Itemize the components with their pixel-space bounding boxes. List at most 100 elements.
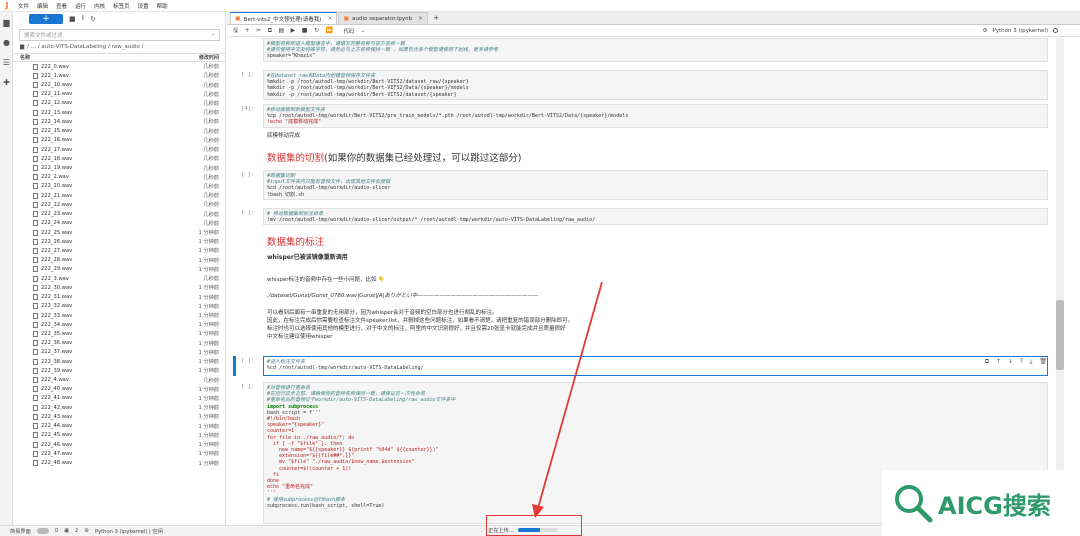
- code-cell[interactable]: [ ]: #在dataset_raw和Data内创建音频保存文件夹 %mkdir…: [227, 70, 1053, 102]
- menu-settings[interactable]: 设置: [134, 2, 153, 10]
- menu-edit[interactable]: 编辑: [33, 2, 52, 10]
- file-row[interactable]: 222_25.wav 1 分钟前: [14, 228, 225, 237]
- file-row[interactable]: 222_28.wav 1 分钟前: [14, 256, 225, 265]
- file-row[interactable]: 222_21.wav 几秒前: [14, 191, 225, 200]
- file-row[interactable]: 222_1.wav 几秒前: [14, 71, 225, 80]
- file-row[interactable]: 222_48.wav 1 分钟前: [14, 458, 225, 467]
- file-row[interactable]: 222_19.wav 几秒前: [14, 163, 225, 172]
- new-folder-icon[interactable]: ■: [69, 15, 76, 23]
- file-row[interactable]: 222_18.wav 几秒前: [14, 154, 225, 163]
- file-row[interactable]: 222_35.wav 1 分钟前: [14, 329, 225, 338]
- file-row[interactable]: 222_4.wav 几秒前: [14, 375, 225, 384]
- file-row[interactable]: 222_31.wav 1 分钟前: [14, 292, 225, 301]
- add-cell-icon[interactable]: +: [245, 27, 250, 34]
- file-row[interactable]: 222_2.wav 几秒前: [14, 173, 225, 182]
- toc-icon[interactable]: ☰: [0, 52, 13, 72]
- close-icon[interactable]: ×: [327, 15, 332, 22]
- file-row[interactable]: 222_27.wav 1 分钟前: [14, 246, 225, 255]
- code-editor[interactable]: #进入标注文件夹 %cd /root/autodl-tmp/workdir/au…: [263, 356, 1048, 376]
- file-row[interactable]: 222_23.wav 几秒前: [14, 210, 225, 219]
- file-row[interactable]: 222_24.wav 几秒前: [14, 219, 225, 228]
- add-tab-button[interactable]: +: [429, 12, 443, 24]
- tab-audio-separator[interactable]: ▣ audio separator.ipynb ×: [338, 12, 429, 24]
- running-icon[interactable]: ●: [0, 32, 13, 52]
- file-row[interactable]: 222_22.wav 几秒前: [14, 200, 225, 209]
- file-row[interactable]: 222_34.wav 1 分钟前: [14, 320, 225, 329]
- menu-kernel[interactable]: 内核: [90, 2, 109, 10]
- file-row[interactable]: 222_26.wav 1 分钟前: [14, 237, 225, 246]
- fast-forward-icon[interactable]: ⏩: [325, 27, 332, 34]
- file-search-input[interactable]: 搜索文件或过滤 ⌕: [19, 29, 220, 41]
- copy-icon[interactable]: ⧉: [268, 27, 272, 35]
- paste-icon[interactable]: ▤: [278, 27, 284, 34]
- move-up-icon[interactable]: ↑: [996, 358, 1001, 366]
- file-row[interactable]: 222_45.wav 1 分钟前: [14, 431, 225, 440]
- file-row[interactable]: 222_40.wav 1 分钟前: [14, 385, 225, 394]
- code-editor[interactable]: #模型名称即进入模型语言中，请填写完整名称与官方名称一致 #请勿使用中文及特殊字…: [263, 38, 1048, 62]
- menu-tabs[interactable]: 标签页: [109, 2, 134, 10]
- code-cell[interactable]: [ ]: # 移动数据集到标注目录 !mv /root/autodl-tmp/w…: [227, 208, 1053, 226]
- folder-icon[interactable]: ▆: [20, 44, 24, 50]
- run-icon[interactable]: ▶: [291, 27, 296, 34]
- move-down-icon[interactable]: ↓: [1008, 358, 1013, 366]
- file-row[interactable]: 222_0.wav 几秒前: [14, 62, 225, 71]
- file-row[interactable]: 222_42.wav 1 分钟前: [14, 403, 225, 412]
- extension-icon[interactable]: ✚: [0, 72, 13, 92]
- file-row[interactable]: 222_29.wav 1 分钟前: [14, 265, 225, 274]
- scrollbar-track[interactable]: [1056, 38, 1064, 524]
- code-editor[interactable]: # 移动数据集到标注目录 !mv /root/autodl-tmp/workdi…: [263, 208, 1048, 225]
- folder-icon[interactable]: ▆: [0, 12, 13, 32]
- insert-above-icon[interactable]: ⤒: [1020, 358, 1023, 366]
- file-row[interactable]: 222_13.wav 几秒前: [14, 108, 225, 117]
- restart-icon[interactable]: ↻: [314, 27, 319, 34]
- menu-run[interactable]: 运行: [71, 2, 90, 10]
- file-row[interactable]: 222_3.wav 几秒前: [14, 274, 225, 283]
- stop-icon[interactable]: ■: [302, 27, 308, 34]
- kernel-indicator[interactable]: ⚙ Python 3 (ipykernel): [983, 28, 1058, 34]
- file-row[interactable]: 222_15.wav 几秒前: [14, 127, 225, 136]
- duplicate-icon[interactable]: ⧉: [985, 358, 989, 366]
- cut-icon[interactable]: ✂: [256, 27, 261, 34]
- simple-mode-toggle[interactable]: [36, 528, 49, 534]
- file-row[interactable]: 222_39.wav 1 分钟前: [14, 366, 225, 375]
- save-icon[interactable]: 🖫: [233, 26, 238, 36]
- file-row[interactable]: 222_36.wav 1 分钟前: [14, 339, 225, 348]
- menu-help[interactable]: 帮助: [153, 2, 172, 10]
- column-name[interactable]: 名称: [20, 54, 30, 61]
- file-row[interactable]: 222_12.wav 几秒前: [14, 99, 225, 108]
- close-icon[interactable]: ×: [418, 15, 423, 22]
- kernel-status[interactable]: Python 3 (ipykernel) | 空闲: [95, 528, 163, 535]
- active-code-cell[interactable]: [ ]: #进入标注文件夹 %cd /root/autodl-tmp/workd…: [227, 356, 1053, 378]
- file-row[interactable]: 222_32.wav 1 分钟前: [14, 302, 225, 311]
- new-launcher-button[interactable]: +: [29, 14, 63, 24]
- file-row[interactable]: 222_20.wav 几秒前: [14, 182, 225, 191]
- file-row[interactable]: 222_30.wav 1 分钟前: [14, 283, 225, 292]
- code-cell[interactable]: [4]: #移动底模到新模型文件夹 %cp /root/autodl-tmp/w…: [227, 104, 1053, 144]
- menu-view[interactable]: 查看: [52, 2, 71, 10]
- cell-type-select[interactable]: 代码 ⌄: [339, 27, 369, 35]
- file-row[interactable]: 222_17.wav 几秒前: [14, 145, 225, 154]
- file-row[interactable]: 222_38.wav 1 分钟前: [14, 357, 225, 366]
- code-cell[interactable]: [ ]: #数据集切割 #input文件夹内只能有音频文件，出现其他文件会报错 …: [227, 170, 1053, 200]
- column-modified[interactable]: 修改时间: [199, 54, 219, 61]
- file-row[interactable]: 222_11.wav 几秒前: [14, 90, 225, 99]
- delete-icon[interactable]: 🗑: [1039, 358, 1047, 366]
- code-cell[interactable]: #模型名称即进入模型语言中，请填写完整名称与官方名称一致 #请勿使用中文及特殊字…: [227, 38, 1053, 64]
- file-row[interactable]: 222_41.wav 1 分钟前: [14, 394, 225, 403]
- file-row[interactable]: 222_33.wav 1 分钟前: [14, 311, 225, 320]
- file-row[interactable]: 222_10.wav 几秒前: [14, 80, 225, 89]
- file-row[interactable]: 222_46.wav 1 分钟前: [14, 440, 225, 449]
- code-editor[interactable]: #数据集切割 #input文件夹内只能有音频文件，出现其他文件会报错 %cd /…: [263, 170, 1048, 200]
- file-row[interactable]: 222_43.wav 1 分钟前: [14, 412, 225, 421]
- file-row[interactable]: 222_44.wav 1 分钟前: [14, 422, 225, 431]
- breadcrumb-path[interactable]: / ... / auto-VITS-DataLabeling / raw_aud…: [27, 44, 143, 50]
- file-row[interactable]: 222_37.wav 1 分钟前: [14, 348, 225, 357]
- refresh-icon[interactable]: ↻: [90, 15, 96, 23]
- file-row[interactable]: 222_16.wav 几秒前: [14, 136, 225, 145]
- tab-bert-vits2[interactable]: ▣ Bert-vits2_中文预处理(请看我) ×: [230, 12, 338, 24]
- code-editor[interactable]: #移动底模到新模型文件夹 %cp /root/autodl-tmp/workdi…: [263, 104, 1048, 128]
- file-row[interactable]: 222_47.wav 1 分钟前: [14, 449, 225, 458]
- file-row[interactable]: 222_14.wav 几秒前: [14, 117, 225, 126]
- insert-below-icon[interactable]: ⤓: [1030, 358, 1033, 366]
- upload-icon[interactable]: ⭱: [82, 14, 84, 25]
